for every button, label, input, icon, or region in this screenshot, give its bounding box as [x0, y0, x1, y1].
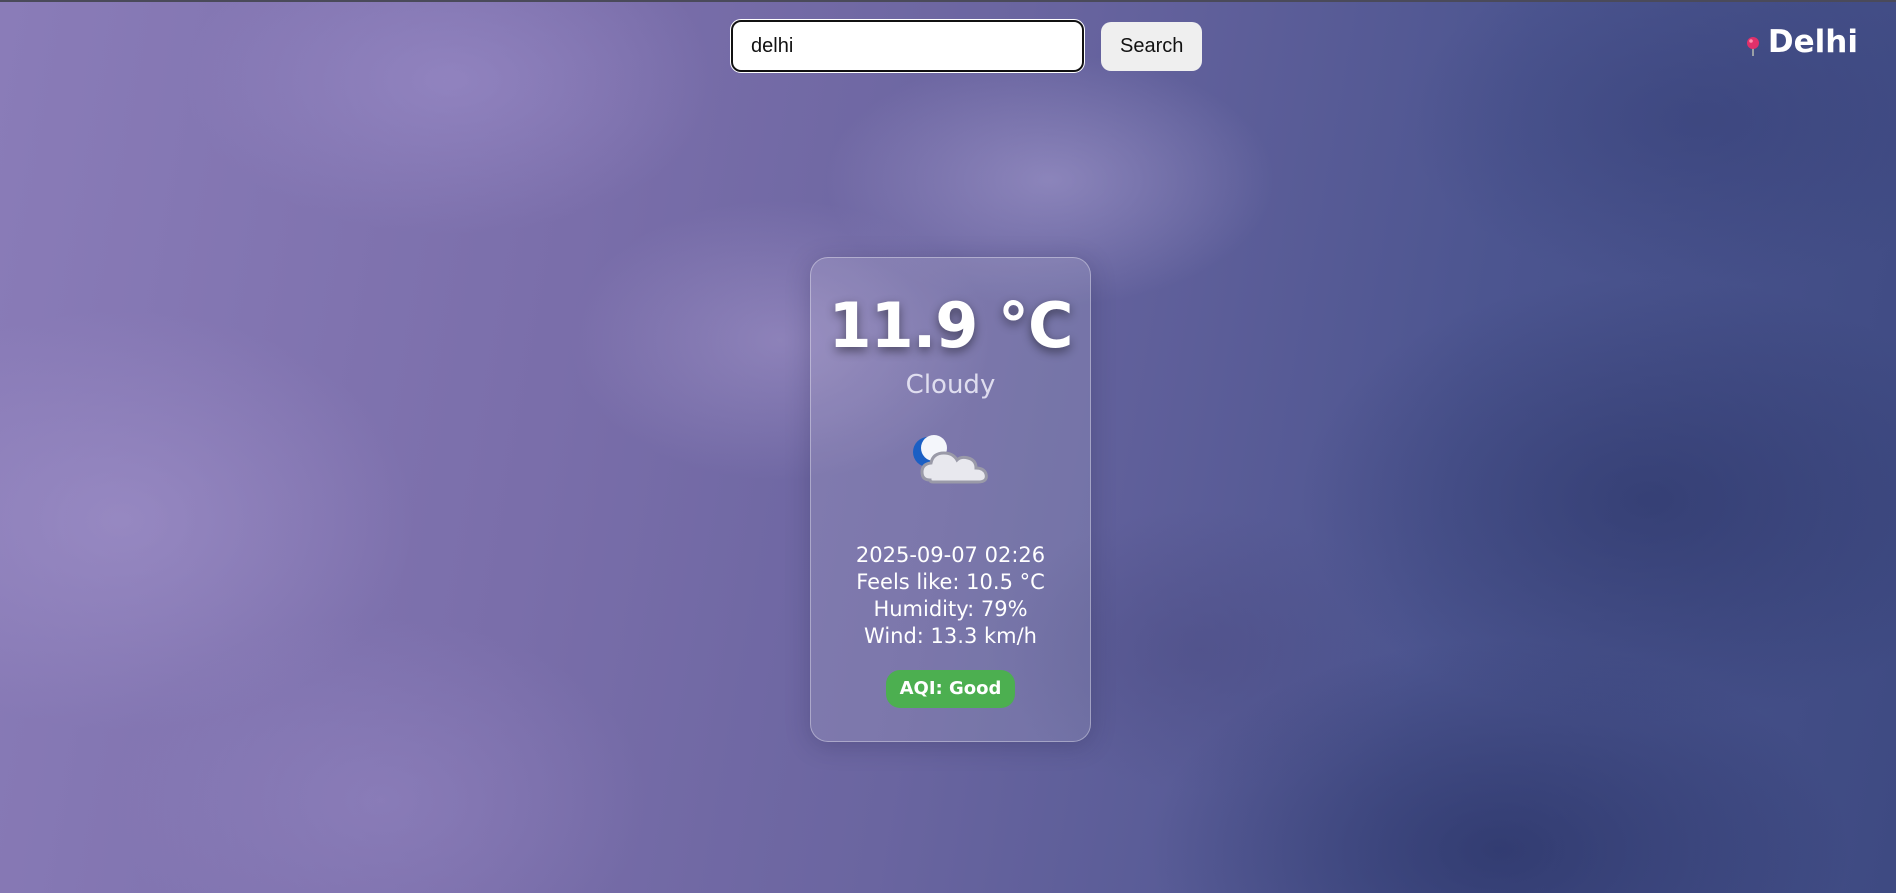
wind-speed: Wind: 13.3 km/h	[864, 624, 1037, 648]
aqi-badge: AQI: Good	[885, 670, 1016, 708]
date-time: 2025-09-07 02:26	[855, 543, 1046, 567]
weather-details: 2025-09-07 02:26 Feels like: 10.5 °C Hum…	[811, 542, 1090, 650]
top-border	[0, 0, 1896, 2]
temperature: 11.9 °C	[828, 289, 1073, 362]
search-input[interactable]	[730, 19, 1085, 73]
search-bar: Search	[730, 19, 1203, 73]
weather-card: 11.9 °C Cloudy 2025-09-07 02:26 Feels li…	[810, 257, 1091, 742]
city-name: Delhi	[1767, 24, 1858, 60]
weather-condition: Cloudy	[905, 370, 996, 400]
feels-like: Feels like: 10.5 °C	[856, 570, 1045, 594]
location-pin-icon	[1746, 37, 1759, 56]
humidity: Humidity: 79%	[873, 597, 1028, 621]
moon-cloud-icon	[912, 435, 988, 484]
search-button[interactable]: Search	[1101, 21, 1203, 71]
city-header: Delhi	[1744, 24, 1858, 60]
